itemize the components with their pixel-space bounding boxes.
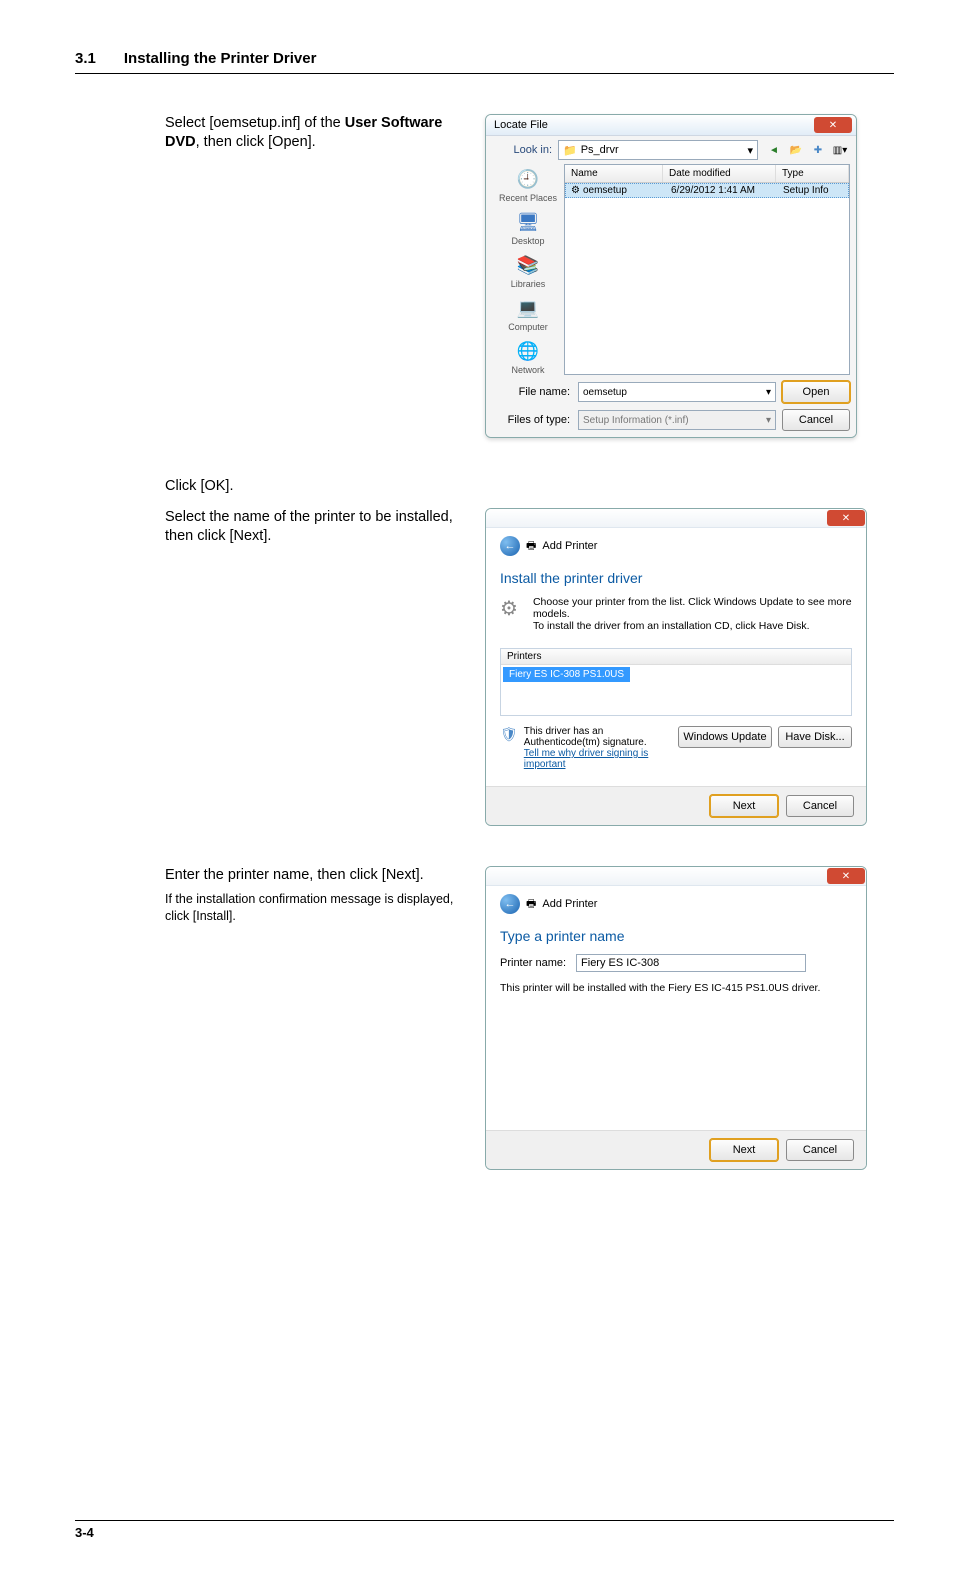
driver-icon: ⚙ — [500, 596, 525, 624]
file-type-cell: Setup Info — [777, 183, 849, 198]
printer-list-header: Printers — [501, 649, 851, 665]
nav-up-icon[interactable]: 📂 — [786, 140, 806, 160]
place-computer[interactable]: 💻 Computer — [508, 295, 548, 332]
file-name-cell: oemsetup — [583, 185, 627, 196]
network-icon: 🌐 — [513, 338, 543, 364]
libraries-icon: 📚 — [513, 252, 543, 278]
next-button[interactable]: Next — [710, 1139, 778, 1161]
step9-line2: If the installation confirmation message… — [165, 891, 465, 925]
lookin-label: Look in: — [492, 144, 552, 156]
signature-text: This driver has an Authenticode(tm) sign… — [524, 726, 672, 748]
inf-file-icon: ⚙ — [571, 185, 580, 196]
file-list[interactable]: Name Date modified Type ⚙oemsetup 6/29/2… — [564, 164, 850, 375]
file-date-cell: 6/29/2012 1:41 AM — [665, 183, 777, 198]
section-title: Installing the Printer Driver — [124, 50, 317, 67]
chevron-down-icon[interactable]: ▾ — [766, 415, 771, 426]
ap1-sub2: To install the driver from an installati… — [533, 620, 852, 632]
next-button[interactable]: Next — [710, 795, 778, 817]
close-icon[interactable]: ✕ — [827, 510, 865, 526]
step9-line1: Enter the printer name, then click [Next… — [165, 866, 465, 885]
lookin-combo[interactable]: 📁 Ps_drvr ▾ — [558, 140, 758, 160]
back-icon[interactable]: ← — [500, 536, 520, 556]
shield-icon: 🛡 — [500, 726, 518, 743]
cancel-button[interactable]: Cancel — [782, 409, 850, 431]
ap2-breadcrumb: Add Printer — [542, 898, 597, 910]
filetype-label: Files of type: — [492, 414, 572, 426]
chevron-down-icon[interactable]: ▾ — [747, 144, 753, 157]
place-recent[interactable]: 🕘 Recent Places — [499, 166, 557, 203]
nav-back-icon[interactable]: ◄ — [764, 140, 784, 160]
add-printer-dialog-2: ✕ ← 🖶 Add Printer Type a printer name Pr… — [485, 866, 867, 1170]
have-disk-button[interactable]: Have Disk... — [778, 726, 852, 748]
filetype-combo[interactable]: Setup Information (*.inf) ▾ — [578, 410, 776, 430]
step8-text: Select the name of the printer to be ins… — [165, 508, 465, 546]
desktop-icon: 🖥 — [513, 209, 543, 235]
back-icon[interactable]: ← — [500, 894, 520, 914]
open-button[interactable]: Open — [782, 381, 850, 403]
place-libraries[interactable]: 📚 Libraries — [511, 252, 546, 289]
printer-icon: 🖶 — [526, 537, 536, 556]
filename-value: oemsetup — [583, 387, 627, 398]
step6-prefix: Select [oemsetup.inf] of the — [165, 115, 345, 131]
close-icon[interactable]: ✕ — [814, 117, 852, 133]
filename-label: File name: — [492, 386, 572, 398]
cancel-button[interactable]: Cancel — [786, 795, 854, 817]
file-row-selected[interactable]: ⚙oemsetup 6/29/2012 1:41 AM Setup Info — [565, 183, 849, 198]
printer-name-input[interactable]: Fiery ES IC-308 — [576, 954, 806, 972]
printer-icon: 🖶 — [526, 895, 536, 914]
computer-icon: 💻 — [513, 295, 543, 321]
lookin-value: Ps_drvr — [581, 144, 619, 156]
ap1-breadcrumb: Add Printer — [542, 540, 597, 552]
page-header: 3.1 Installing the Printer Driver — [75, 50, 894, 74]
filename-input[interactable]: oemsetup ▾ — [578, 382, 776, 402]
col-name[interactable]: Name — [565, 165, 663, 182]
locate-file-title: Locate File — [494, 119, 548, 131]
ap1-heading: Install the printer driver — [500, 570, 852, 586]
step7-text: Click [OK]. — [75, 478, 894, 494]
filetype-value: Setup Information (*.inf) — [583, 415, 689, 426]
place-desktop[interactable]: 🖥 Desktop — [511, 209, 544, 246]
add-printer-dialog-1: ✕ ← 🖶 Add Printer Install the printer dr… — [485, 508, 867, 826]
printer-list[interactable]: Printers Fiery ES IC-308 PS1.0US — [500, 648, 852, 716]
recent-places-icon: 🕘 — [513, 166, 543, 192]
printer-name-label: Printer name: — [500, 957, 566, 969]
printer-list-item[interactable]: Fiery ES IC-308 PS1.0US — [503, 667, 630, 682]
cancel-button[interactable]: Cancel — [786, 1139, 854, 1161]
step6-text: Select [oemsetup.inf] of the User Softwa… — [165, 114, 465, 152]
ap2-info: This printer will be installed with the … — [500, 982, 852, 994]
chevron-down-icon[interactable]: ▾ — [766, 387, 771, 398]
page-number: 3-4 — [75, 1520, 894, 1540]
place-network[interactable]: 🌐 Network — [511, 338, 544, 375]
col-date[interactable]: Date modified — [663, 165, 776, 182]
places-bar: 🕘 Recent Places 🖥 Desktop 📚 Libraries — [492, 164, 564, 375]
folder-icon: 📁 — [563, 144, 577, 157]
col-type[interactable]: Type — [776, 165, 849, 182]
ap1-sub1: Choose your printer from the list. Click… — [533, 596, 852, 620]
computer-label: Computer — [508, 322, 548, 332]
recent-label: Recent Places — [499, 193, 557, 203]
section-number: 3.1 — [75, 50, 96, 67]
desktop-label: Desktop — [511, 236, 544, 246]
signature-link[interactable]: Tell me why driver signing is important — [524, 748, 672, 770]
step6-suffix: , then click [Open]. — [196, 134, 316, 150]
windows-update-button[interactable]: Windows Update — [678, 726, 772, 748]
ap2-heading: Type a printer name — [500, 928, 852, 944]
libraries-label: Libraries — [511, 279, 546, 289]
view-menu-icon[interactable]: ▥▾ — [830, 140, 850, 160]
new-folder-icon[interactable]: ✚ — [808, 140, 828, 160]
close-icon[interactable]: ✕ — [827, 868, 865, 884]
locate-file-dialog: Locate File ✕ Look in: 📁 Ps_drvr ▾ ◄ 📂 — [485, 114, 857, 438]
network-label: Network — [511, 365, 544, 375]
